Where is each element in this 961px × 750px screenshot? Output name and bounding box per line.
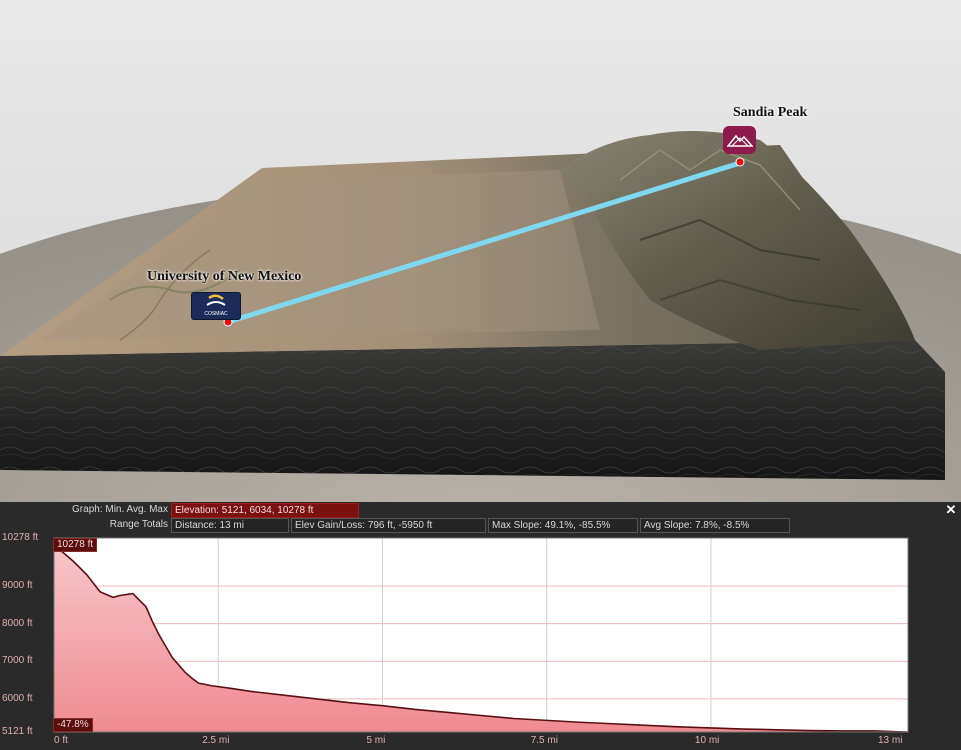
- elevation-chart-svg[interactable]: [0, 534, 961, 750]
- slope-tag: -47.8%: [53, 718, 93, 732]
- y-tick-label: 8000 ft: [2, 617, 33, 629]
- y-tick-label: 5121 ft: [2, 726, 33, 737]
- y-tick-label: 9000 ft: [2, 580, 33, 592]
- marker-label-sandia-peak[interactable]: Sandia Peak: [733, 105, 807, 121]
- badge-text: COSMIAC: [204, 311, 228, 317]
- x-tick-label: 2.5 mi: [202, 735, 230, 746]
- range-totals-label: Range Totals: [109, 519, 168, 530]
- graph-label: Graph: Min. Avg. Max: [72, 504, 168, 515]
- marker-label-unm[interactable]: University of New Mexico: [147, 269, 301, 285]
- x-tick-label: 0 ft: [54, 735, 68, 746]
- x-tick-label: 5 mi: [366, 735, 386, 746]
- close-button[interactable]: ✕: [945, 503, 957, 516]
- cosmiac-logo-icon[interactable]: COSMIAC: [191, 292, 241, 320]
- x-tick-label: 10 mi: [694, 735, 720, 746]
- elevation-profile-panel: Graph: Min. Avg. Max Elevation: 5121, 60…: [0, 502, 961, 750]
- end-pin: [735, 157, 745, 167]
- elevation-stat[interactable]: Elevation: 5121, 6034, 10278 ft: [171, 503, 359, 518]
- max-elevation-tag: 10278 ft: [53, 538, 98, 552]
- y-tick-label: 7000 ft: [2, 655, 33, 667]
- x-tick-label: 13 mi: [878, 735, 903, 746]
- elevation-chart[interactable]: 10278 ft 9000 ft 8000 ft 7000 ft 6000 ft 5121…: [0, 532, 961, 750]
- elev-gain-loss-stat[interactable]: Elev Gain/Loss: 796 ft, -5950 ft: [291, 518, 486, 533]
- avg-slope-stat[interactable]: Avg Slope: 7.8%, -8.5%: [640, 518, 790, 533]
- terrain-canvas[interactable]: [0, 0, 961, 502]
- terrain-view[interactable]: University of New Mexico COSMIAC Sandia …: [0, 0, 961, 502]
- max-slope-stat[interactable]: Max Slope: 49.1%, -85.5%: [488, 518, 638, 533]
- x-tick-label: 7.5 mi: [530, 735, 558, 746]
- y-tick-label: 6000 ft: [2, 692, 33, 704]
- y-tick-label: 10278 ft: [2, 532, 39, 543]
- mountain-icon[interactable]: [723, 126, 756, 154]
- distance-stat[interactable]: Distance: 13 mi: [171, 518, 289, 533]
